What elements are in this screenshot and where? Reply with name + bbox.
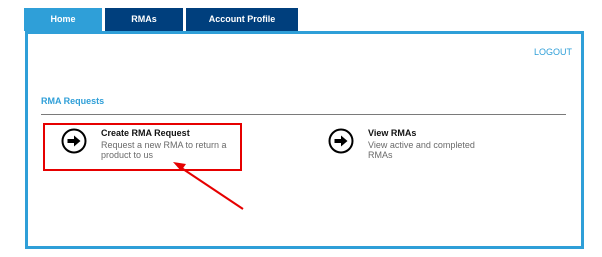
main-panel: LOGOUT RMA Requests Create RMA Request R… bbox=[25, 31, 584, 249]
tab-account-profile[interactable]: Account Profile bbox=[186, 8, 298, 31]
view-rmas-description: View active and completed RMAs bbox=[368, 140, 475, 160]
section-divider bbox=[41, 114, 566, 115]
logout-link[interactable]: LOGOUT bbox=[534, 47, 572, 57]
tab-rmas[interactable]: RMAs bbox=[105, 8, 183, 31]
view-rmas-title[interactable]: View RMAs bbox=[368, 128, 416, 138]
view-rmas-option[interactable]: View RMAs View active and completed RMAs bbox=[328, 128, 488, 174]
section-title: RMA Requests bbox=[41, 96, 105, 106]
tab-home[interactable]: Home bbox=[24, 8, 102, 31]
arrow-circle-icon bbox=[328, 128, 354, 154]
annotation-highlight-box bbox=[43, 123, 242, 171]
